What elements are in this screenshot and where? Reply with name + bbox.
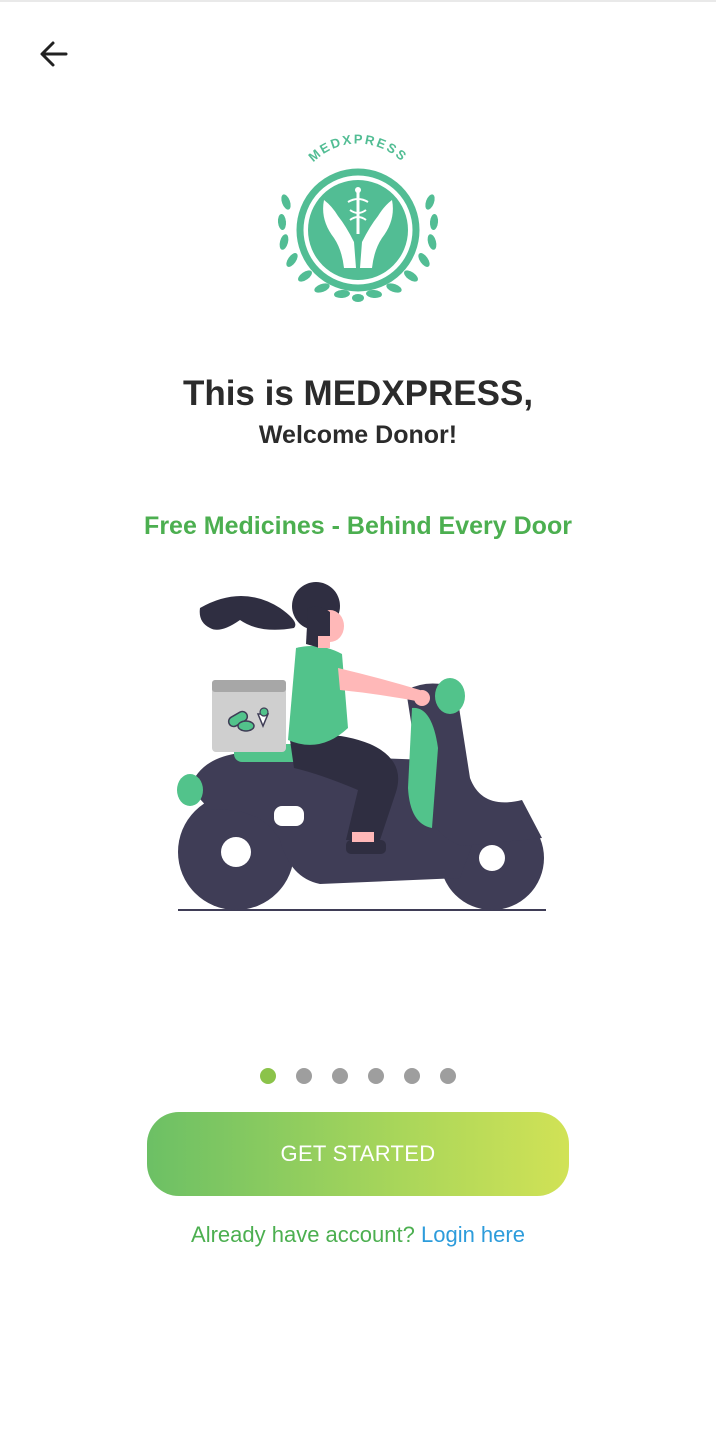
page-indicator: [0, 1068, 716, 1086]
arrow-left-icon: [40, 41, 68, 67]
welcome-subtitle: Welcome Donor!: [258, 421, 458, 449]
slide-tagline: Free Medicines - Behind Every Door: [144, 512, 572, 540]
page-dot[interactable]: [440, 1068, 456, 1084]
page-dot-active[interactable]: [260, 1068, 276, 1084]
login-link[interactable]: Login here: [421, 1222, 525, 1247]
page-dot[interactable]: [332, 1068, 348, 1084]
logo-text: MEDXPRESS: [305, 132, 408, 165]
medxpress-logo: MEDXPRESS: [277, 132, 439, 302]
login-prompt: Already have account?: [191, 1222, 415, 1247]
page-dot[interactable]: [296, 1068, 312, 1084]
login-row: Already have account? Login here: [0, 1222, 716, 1248]
page-dot[interactable]: [368, 1068, 384, 1084]
get-started-button[interactable]: GET STARTED: [147, 1112, 569, 1196]
page-dot[interactable]: [404, 1068, 420, 1084]
back-button[interactable]: [30, 34, 78, 74]
svg-text:MEDXPRESS: MEDXPRESS: [305, 132, 410, 165]
delivery-scooter-illustration: [177, 582, 546, 911]
page-title: This is MEDXPRESS,: [182, 374, 534, 413]
status-divider: [0, 0, 716, 2]
